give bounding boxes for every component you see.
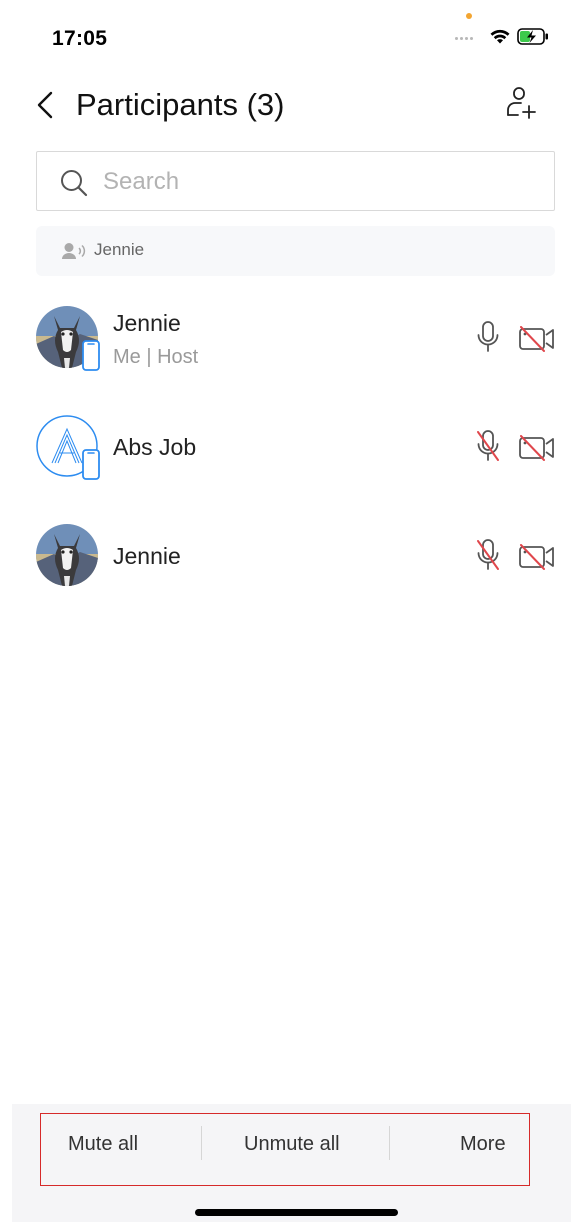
search-icon [61, 170, 88, 197]
status-bar: 17:05 [0, 0, 571, 64]
page-title: Participants (3) [76, 87, 285, 122]
participant-name: Jennie [113, 543, 181, 569]
mobile-icon [82, 340, 100, 371]
mute-all-button[interactable]: Mute all [68, 1131, 138, 1157]
participant-role: Me | Host [113, 346, 199, 368]
divider [389, 1126, 390, 1160]
cellular-dots-icon [455, 37, 473, 40]
speaker-icon [62, 243, 86, 259]
mic-off-icon[interactable] [474, 429, 502, 463]
status-time: 17:05 [52, 27, 108, 50]
wifi-icon [490, 29, 510, 44]
chevron-left-icon[interactable] [34, 90, 56, 120]
avatar [36, 524, 98, 586]
active-speaker-bar: Jennie [36, 226, 555, 276]
privacy-indicator-dot [466, 13, 472, 19]
participant-name: Jennie [113, 310, 181, 336]
add-user-icon[interactable] [505, 86, 539, 120]
camera-off-icon[interactable] [518, 435, 556, 461]
camera-off-icon[interactable] [518, 326, 556, 352]
participant-row[interactable]: Abs Job [0, 407, 571, 487]
search-box[interactable] [36, 151, 555, 211]
mobile-icon [82, 449, 100, 480]
mic-on-icon[interactable] [474, 320, 502, 354]
active-speaker-name: Jennie [94, 240, 145, 259]
more-button[interactable]: More [460, 1131, 506, 1157]
participant-row[interactable]: Jennie Me | Host [0, 298, 571, 378]
mic-off-icon[interactable] [474, 538, 502, 572]
battery-charging-icon [517, 28, 548, 45]
camera-off-icon[interactable] [518, 544, 556, 570]
search-input[interactable] [103, 164, 533, 200]
home-indicator[interactable] [195, 1209, 398, 1216]
header: Participants (3) [0, 78, 571, 132]
divider [201, 1126, 202, 1160]
unmute-all-button[interactable]: Unmute all [244, 1131, 340, 1157]
participant-row[interactable]: Jennie [0, 516, 571, 596]
participant-name: Abs Job [113, 434, 197, 460]
